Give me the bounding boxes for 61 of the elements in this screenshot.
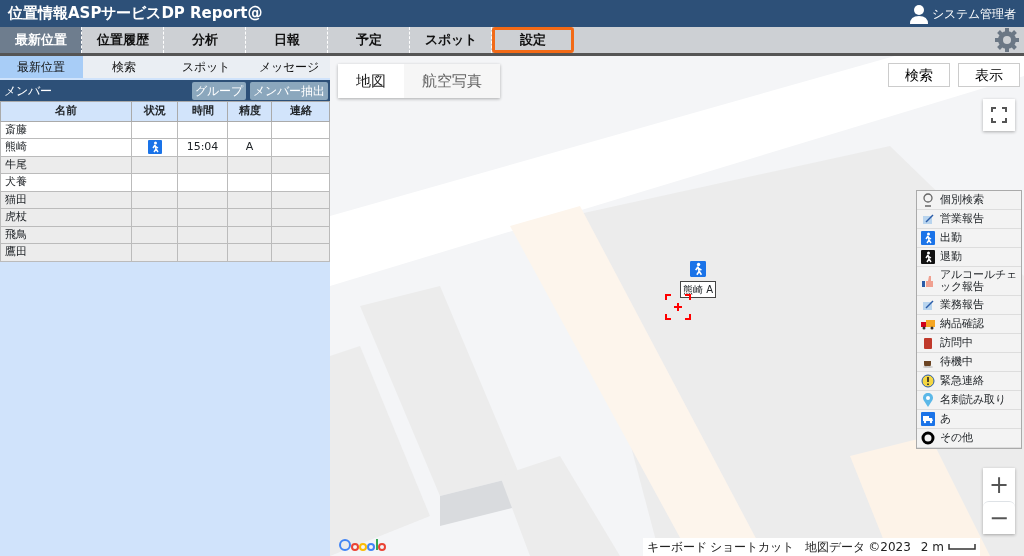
legend-item[interactable]: 緊急連絡 (917, 372, 1021, 392)
legend-item[interactable]: 個別検索 (917, 191, 1021, 210)
legend-item[interactable]: 業務報告 (917, 296, 1021, 316)
legend-item[interactable]: あ (917, 410, 1021, 430)
settings-icon[interactable] (994, 27, 1020, 53)
scale-bar-icon (948, 544, 976, 550)
memo-icon (921, 298, 935, 313)
sub-tab[interactable]: スポット (165, 56, 248, 78)
truck-icon (921, 317, 935, 332)
legend-item[interactable]: アルコールチェック報告 (917, 267, 1021, 297)
nav-tab[interactable]: 設定 (492, 27, 574, 53)
column-header: 連絡 (271, 101, 330, 121)
legend-item[interactable]: 待機中 (917, 353, 1021, 373)
fullscreen-icon (991, 107, 1007, 123)
column-header: 名前 (0, 101, 132, 121)
column-header: 時間 (177, 101, 228, 121)
member-name[interactable]: 熊崎 (0, 138, 132, 156)
map-action-button[interactable]: 表示 (958, 63, 1020, 87)
zoom-out-button[interactable]: − (983, 501, 1015, 534)
memo-icon (921, 212, 935, 226)
alert-icon (921, 374, 935, 389)
map-type-button[interactable]: 地図 (338, 64, 404, 98)
walking-person-icon (690, 261, 706, 277)
nav-tab[interactable]: 最新位置 (0, 27, 82, 53)
map-action-button[interactable]: 検索 (888, 63, 950, 87)
member-name[interactable]: 犬養 (0, 173, 132, 191)
legend-item[interactable]: 名刺読み取り (917, 391, 1021, 411)
zoom-in-button[interactable]: + (983, 468, 1015, 501)
members-title: メンバー (4, 82, 52, 100)
scale-label: 2 m (920, 539, 944, 556)
legend-item[interactable]: 納品確認 (917, 315, 1021, 335)
map-type-button[interactable]: 航空写真 (404, 64, 500, 98)
sub-tab[interactable]: 検索 (82, 56, 165, 78)
legend-item[interactable]: 退勤 (917, 248, 1021, 267)
walking-person-icon (147, 140, 162, 154)
ring-icon (921, 431, 935, 446)
pin-icon (921, 393, 935, 408)
app-title: 位置情報ASPサービスDP Report@ (8, 3, 263, 25)
column-header: 状況 (131, 101, 178, 121)
member-name[interactable]: 斎藤 (0, 121, 132, 139)
legend-item[interactable]: 出勤 (917, 229, 1021, 248)
user-icon (910, 3, 928, 24)
user-name[interactable]: システム管理者 (932, 4, 1016, 23)
map-copyright: 地図データ ©2023 (804, 539, 911, 556)
walking-person-icon (921, 231, 935, 245)
time-cell: 15:04 (186, 140, 219, 153)
sub-tab[interactable]: 最新位置 (0, 56, 83, 78)
bag-icon (921, 336, 935, 351)
legend-item[interactable]: 営業報告 (917, 210, 1021, 229)
thumbs-up-icon (921, 274, 935, 289)
marker-label: 熊崎 A (680, 281, 717, 298)
van-icon (921, 412, 935, 427)
accuracy-cell: A (245, 140, 254, 153)
fullscreen-button[interactable] (983, 99, 1015, 131)
walking-person-icon (921, 250, 935, 264)
legend-item[interactable]: その他 (917, 429, 1021, 449)
column-header: 精度 (227, 101, 272, 121)
legend-item[interactable]: 訪問中 (917, 334, 1021, 354)
sub-tab[interactable]: メッセージ (247, 56, 330, 78)
target-marker-icon (665, 294, 691, 320)
shortcuts-link[interactable]: キーボード ショートカット (646, 538, 795, 556)
